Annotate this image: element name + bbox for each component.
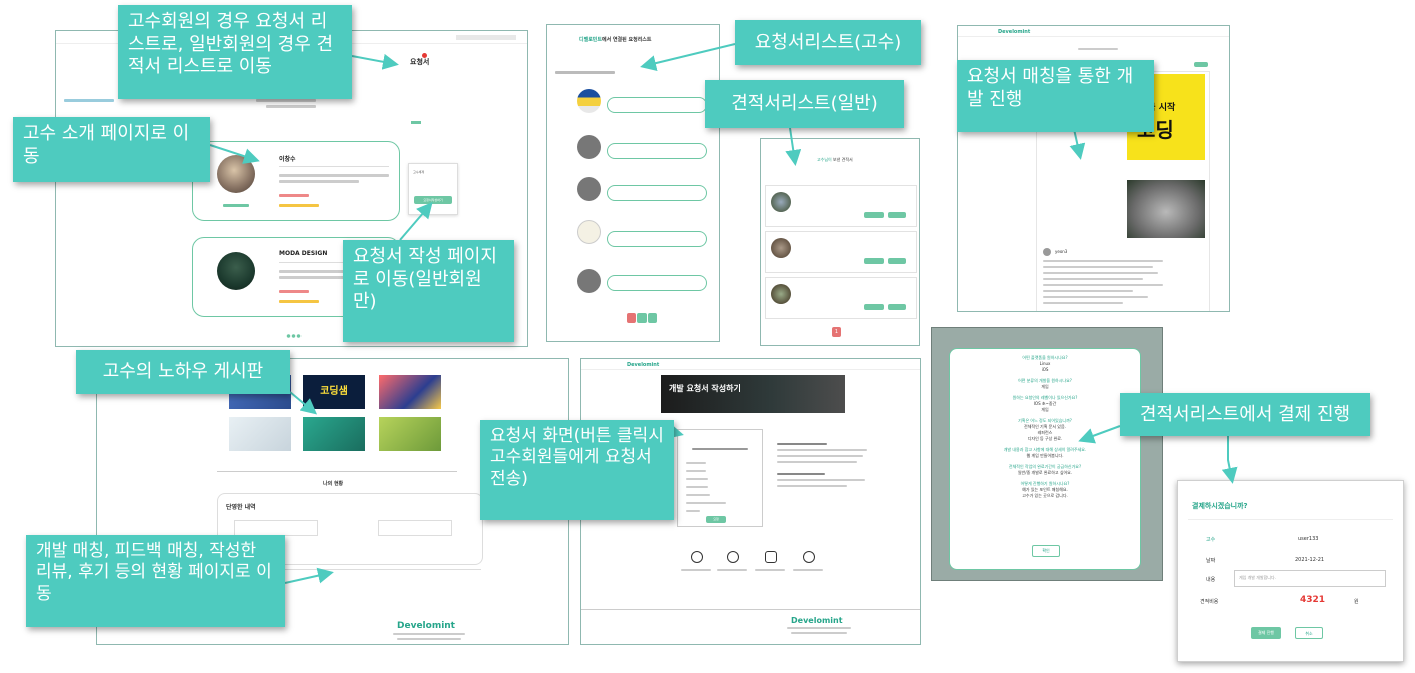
callout-request-list-expert: 요청서리스트(고수): [735, 20, 921, 65]
callout-request-list-move: 고수회원의 경우 요청서 리스트로, 일반회원의 경우 견적서 리스트로 이동: [118, 5, 352, 99]
callout-request-write: 요청서 작성 페이지로 이동(일반회원만): [343, 240, 514, 342]
callout-expert-intro: 고수 소개 페이지로 이동: [13, 117, 210, 182]
callout-request-screen: 요청서 화면(버튼 클릭시 고수회원들에게 요청서 전송): [480, 420, 674, 520]
callout-estimate-list-general: 견적서리스트(일반): [705, 80, 904, 128]
callout-knowhow-board: 고수의 노하우 게시판: [76, 350, 290, 394]
callout-status-pages: 개발 매칭, 피드백 매칭, 작성한 리뷰, 후기 등의 현황 페이지로 이동: [26, 535, 285, 627]
callout-dev-progress: 요청서 매칭을 통한 개발 진행: [957, 60, 1154, 132]
callout-payment-from-estimate: 견적서리스트에서 결제 진행: [1120, 393, 1370, 436]
